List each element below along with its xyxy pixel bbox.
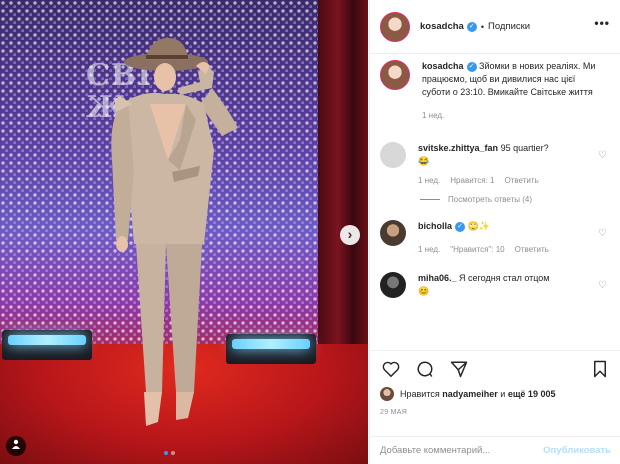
comment-username[interactable]: miha06._	[418, 273, 457, 283]
post-actions: Нравится nadyameiher и ещё 19 005 29 МАЯ	[370, 350, 620, 416]
comment-text: Я сегодня стал отцом	[459, 273, 550, 283]
next-photo-button[interactable]: ›	[340, 225, 360, 245]
comment-meta: 1 нед. Нравится: 1 Ответить	[418, 174, 598, 187]
likes-prefix: Нравится	[400, 389, 440, 399]
comment-like-heart-icon[interactable]: ♡	[598, 150, 607, 161]
comment-meta: 1 нед. "Нравится": 10 Ответить	[418, 243, 598, 256]
comment-text: 🙄✨	[467, 221, 490, 231]
verified-badge-icon: ✓	[455, 221, 466, 232]
likes-summary[interactable]: Нравится nadyameiher и ещё 19 005	[380, 387, 611, 401]
header-separator: •	[480, 21, 484, 32]
caption-username[interactable]: kosadcha	[422, 61, 464, 71]
verified-badge-icon: ✓	[466, 21, 477, 32]
caption-author-avatar[interactable]	[380, 60, 410, 90]
reply-button[interactable]: Ответить	[515, 243, 549, 256]
reply-button[interactable]: Ответить	[504, 174, 538, 187]
action-icons	[380, 357, 611, 381]
share-paper-plane-icon[interactable]	[448, 358, 470, 380]
comment-time[interactable]: 1 нед.	[418, 174, 440, 187]
bookmark-icon[interactable]	[589, 358, 611, 380]
carousel-dot-active	[164, 451, 168, 455]
commenter-avatar[interactable]	[380, 142, 406, 168]
comments-list[interactable]: kosadcha ✓ Зйомки в нових реаліях. Ми пра…	[370, 60, 620, 350]
comment-row: svitske.zhittya_fan 95 quartier? 😂 1 нед…	[370, 142, 620, 187]
caption-body: kosadcha ✓ Зйомки в нових реаліях. Ми пра…	[422, 60, 602, 122]
comment-likes[interactable]: Нравится: 1	[450, 174, 494, 187]
commenter-avatar[interactable]	[380, 220, 406, 246]
commenter-avatar[interactable]	[380, 272, 406, 298]
comment-body: svitske.zhittya_fan 95 quartier? 😂 1 нед…	[418, 142, 598, 187]
comment-body: bicholla ✓ 🙄✨ 1 нед. "Нравится": 10 Ответ…	[418, 220, 598, 256]
like-heart-icon[interactable]	[380, 358, 402, 380]
comment-time[interactable]: 1 нед.	[418, 243, 440, 256]
view-replies-button[interactable]: Посмотреть ответы (4)	[420, 195, 620, 204]
comment-row: bicholla ✓ 🙄✨ 1 нед. "Нравится": 10 Ответ…	[370, 220, 620, 256]
woman-in-suit	[111, 38, 238, 426]
comment-like-heart-icon[interactable]: ♡	[598, 228, 607, 239]
author-avatar[interactable]	[380, 11, 410, 42]
post-photo[interactable]: СВІТ Ж ›	[0, 0, 368, 464]
comment-likes[interactable]: "Нравится": 10	[450, 243, 504, 256]
add-comment-bar: Добавьте комментарий... Опубликовать	[370, 436, 620, 464]
comment-body: miha06._ Я сегодня стал отцом 😊	[418, 272, 598, 298]
comment-bubble-icon[interactable]	[414, 358, 436, 380]
post-date[interactable]: 29 МАЯ	[380, 409, 611, 416]
comment-input[interactable]: Добавьте комментарий...	[380, 445, 490, 456]
more-options-icon[interactable]: •••	[594, 16, 610, 30]
comment-username[interactable]: svitske.zhittya_fan	[418, 143, 498, 153]
likes-and: и	[500, 389, 506, 399]
person-tag-icon[interactable]	[6, 436, 26, 456]
comment-emoji: 😂	[418, 156, 430, 166]
caption: kosadcha ✓ Зйомки в нових реаліях. Ми пра…	[370, 60, 620, 122]
comment-emoji: 😊	[418, 286, 430, 296]
replies-line	[420, 199, 440, 200]
comment-like-heart-icon[interactable]: ♡	[598, 280, 607, 291]
liker-avatar	[380, 387, 394, 401]
caption-meta: 1 нед.	[422, 109, 602, 122]
comment-row: miha06._ Я сегодня стал отцом 😊 ♡	[370, 272, 620, 298]
comment-text: 95 quartier?	[500, 143, 549, 153]
comment-username[interactable]: bicholla	[418, 221, 452, 231]
view-replies-label[interactable]: Посмотреть ответы (4)	[448, 195, 532, 204]
post-header: kosadcha ✓ • Подписки •••	[370, 0, 620, 54]
following-button[interactable]: Подписки	[488, 21, 530, 32]
publish-button[interactable]: Опубликовать	[543, 445, 611, 456]
author-username[interactable]: kosadcha	[420, 21, 464, 32]
verified-badge-icon: ✓	[466, 61, 477, 72]
carousel-indicator	[164, 451, 175, 455]
carousel-dot	[171, 451, 175, 455]
post-side-panel: kosadcha ✓ • Подписки ••• kosadcha ✓ Зйом…	[369, 0, 620, 464]
caption-time[interactable]: 1 нед.	[422, 109, 444, 122]
likes-count[interactable]: ещё 19 005	[508, 389, 556, 399]
liker-username[interactable]: nadyameiher	[442, 389, 498, 399]
